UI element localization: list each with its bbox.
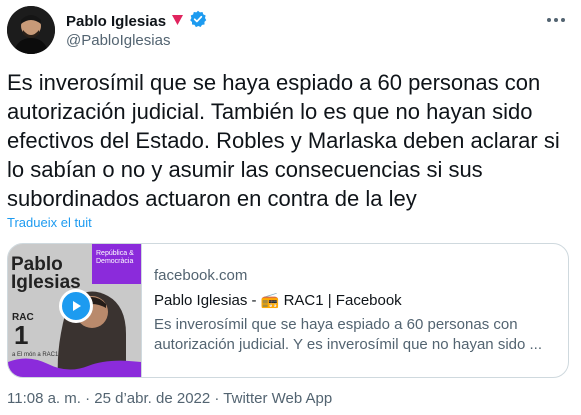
- tweet-text: Es inverosímil que se haya espiado a 60 …: [7, 70, 560, 211]
- thumb-title: Pablo Iglesias: [11, 254, 81, 293]
- author-handle[interactable]: @PabloIglesias: [66, 32, 170, 49]
- meta-separator: ·: [214, 390, 224, 407]
- card-thumbnail: Pablo Iglesias República & Democràcia RA…: [8, 244, 142, 377]
- thumb-badge: República & Democràcia: [96, 250, 134, 265]
- tweet-meta: 11:08 a. m. · 25 d’abr. de 2022 · Twitte…: [7, 390, 332, 407]
- avatar[interactable]: [7, 6, 55, 54]
- avatar-image: [7, 6, 55, 54]
- card-title: Pablo Iglesias - 📻 RAC1 | Facebook: [154, 292, 402, 309]
- more-options-icon[interactable]: [541, 8, 571, 32]
- translate-link[interactable]: Tradueix el tuit: [7, 215, 92, 230]
- tweet-date[interactable]: 25 d’abr. de 2022: [94, 390, 210, 407]
- tweet-client[interactable]: Twitter Web App: [223, 390, 332, 407]
- card-domain: facebook.com: [154, 267, 248, 284]
- card-description: Es inverosímil que se haya espiado a 60 …: [154, 316, 543, 353]
- pink-triangle-icon: [171, 13, 184, 31]
- card-body: facebook.com Pablo Iglesias - 📻 RAC1 | F…: [142, 244, 568, 377]
- author-name[interactable]: Pablo Iglesias: [66, 13, 166, 30]
- author-name-row: Pablo Iglesias: [66, 10, 207, 33]
- meta-separator: ·: [85, 390, 95, 407]
- tweet-time[interactable]: 11:08 a. m.: [7, 390, 81, 407]
- thumb-subtitle: a El món a RAC1: [12, 352, 59, 358]
- verified-badge-icon: [189, 10, 207, 33]
- play-icon[interactable]: [59, 289, 93, 323]
- link-card[interactable]: Pablo Iglesias República & Democràcia RA…: [7, 243, 569, 378]
- thumb-rac-number: 1: [14, 320, 29, 350]
